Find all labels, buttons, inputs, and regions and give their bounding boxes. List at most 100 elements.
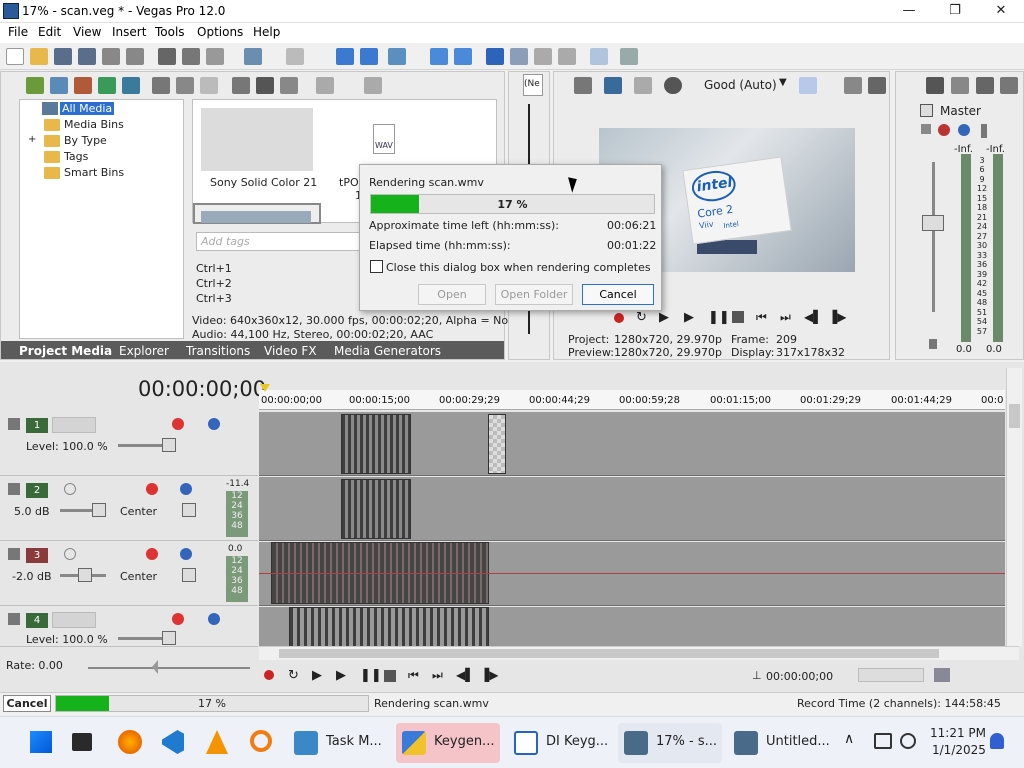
taskbar-item-di-keygen[interactable]: DI Keyg... <box>508 723 612 763</box>
dim-output-icon[interactable] <box>1000 77 1018 94</box>
copy-snapshot-icon[interactable] <box>844 77 862 94</box>
cancel-render-button[interactable]: Cancel <box>3 695 51 712</box>
windows-start-icon[interactable] <box>30 731 52 753</box>
track-lane-1[interactable] <box>259 412 1005 476</box>
new-project-icon[interactable] <box>6 48 24 65</box>
overlays-icon[interactable] <box>799 77 817 94</box>
track-minimize-icon[interactable] <box>8 483 20 495</box>
external-monitor-icon[interactable] <box>604 77 622 94</box>
auto-preview-icon[interactable] <box>280 77 298 94</box>
copy-icon[interactable] <box>182 48 200 65</box>
loop-icon[interactable]: ↻ <box>288 668 299 683</box>
video-clip[interactable] <box>488 414 506 474</box>
maximize-button[interactable]: ❐ <box>932 0 978 23</box>
capture-video-icon[interactable] <box>50 77 68 94</box>
tab-project-media[interactable]: Project Media <box>19 344 112 358</box>
track-fx-icon[interactable] <box>172 418 184 430</box>
track-header-3[interactable]: 3 -2.0 dB Center 0.0 12 24 36 48 <box>0 542 258 606</box>
taskbar-item-vegas-render[interactable]: 17% - s... <box>618 723 722 763</box>
solid-color-thumbnail[interactable] <box>201 108 313 171</box>
get-media-web-icon[interactable] <box>74 77 92 94</box>
tree-item-tags[interactable]: Tags <box>64 150 88 163</box>
go-to-start-icon[interactable]: ⏮ <box>408 668 419 683</box>
menu-help[interactable]: Help <box>253 25 280 39</box>
auto-crossfade-icon[interactable] <box>510 48 528 65</box>
vscode-icon[interactable] <box>162 730 184 754</box>
selection-length-field[interactable] <box>858 668 924 682</box>
zoom-tool-icon[interactable] <box>558 48 576 65</box>
go-to-start-icon[interactable]: ⏮ <box>756 310 767 325</box>
timeline-horizontal-scrollbar[interactable] <box>259 646 1019 660</box>
undo-icon[interactable] <box>244 48 262 65</box>
marker-icon[interactable]: ⊥ <box>752 669 762 682</box>
online-help-icon[interactable] <box>590 48 608 65</box>
menu-file[interactable]: File <box>8 25 28 39</box>
slider-knob[interactable] <box>162 631 176 645</box>
previous-frame-icon[interactable]: ◀▌ <box>804 310 822 324</box>
bus-fx-icon[interactable] <box>921 124 931 134</box>
taskbar-item-untitled[interactable]: Untitled... <box>728 723 832 763</box>
tab-media-generators[interactable]: Media Generators <box>334 344 441 358</box>
save-snapshot-icon[interactable] <box>868 77 886 94</box>
audio-clip[interactable] <box>341 479 411 539</box>
mute-icon[interactable] <box>208 613 220 625</box>
enable-snapping-icon[interactable] <box>486 48 504 65</box>
menu-view[interactable]: View <box>73 25 101 39</box>
track-header-2[interactable]: 2 5.0 dB Center -11.4 12 24 36 48 <box>0 477 258 541</box>
expand-plus-icon[interactable]: + <box>28 134 36 145</box>
go-to-end-icon[interactable]: ⏭ <box>432 668 443 683</box>
firefox-icon[interactable] <box>118 730 142 754</box>
slider-knob[interactable] <box>92 503 106 517</box>
media-properties-icon[interactable] <box>122 77 140 94</box>
cut-icon[interactable] <box>158 48 176 65</box>
stop-icon[interactable] <box>384 670 396 682</box>
video-clip[interactable] <box>289 607 489 647</box>
master-fader-knob[interactable] <box>922 215 944 231</box>
timeline-vertical-scrollbar[interactable] <box>1006 368 1022 646</box>
track-lane-3[interactable] <box>259 542 1005 606</box>
open-icon[interactable] <box>30 48 48 65</box>
tree-item-media-bins[interactable]: Media Bins <box>64 118 124 131</box>
remove-media-icon[interactable] <box>152 77 170 94</box>
play-icon[interactable]: ▶ <box>684 310 694 325</box>
stop-preview-icon[interactable] <box>256 77 274 94</box>
envelope-edit-tool-icon[interactable] <box>360 48 378 65</box>
track-fx-icon[interactable] <box>146 548 158 560</box>
media-generators-icon[interactable] <box>200 77 218 94</box>
start-preview-icon[interactable] <box>232 77 250 94</box>
rate-slider[interactable] <box>88 667 250 669</box>
go-to-end-icon[interactable]: ⏭ <box>780 310 791 325</box>
next-frame-icon[interactable]: ▐▶ <box>828 310 846 324</box>
track-lane-2[interactable] <box>259 477 1005 541</box>
auto-ripple-icon[interactable] <box>388 48 406 65</box>
track-lane-4[interactable] <box>259 607 1005 647</box>
cursor-marker-icon[interactable] <box>260 384 270 392</box>
track-header-1[interactable]: 1 Level: 100.0 % <box>0 412 258 476</box>
snapshot-icon[interactable] <box>934 668 950 682</box>
time-ruler[interactable]: 00:00:00;00 00:00:15;00 00:00:29;29 00:0… <box>259 390 1005 410</box>
previous-frame-icon[interactable]: ◀▌ <box>456 668 474 682</box>
pause-icon[interactable]: ❚❚ <box>708 310 730 325</box>
arm-record-icon[interactable] <box>64 548 76 560</box>
scroll-thumb[interactable] <box>1009 404 1020 428</box>
track-fx-icon[interactable] <box>146 483 158 495</box>
preview-properties-icon[interactable] <box>574 77 592 94</box>
volume-envelope[interactable] <box>259 573 1005 574</box>
video-clip[interactable] <box>341 414 411 474</box>
chevron-up-icon[interactable]: ∧ <box>844 731 854 747</box>
slider-knob[interactable] <box>162 438 176 452</box>
track-fx-icon[interactable] <box>172 613 184 625</box>
save-as-icon[interactable] <box>78 48 96 65</box>
ignore-grouping-icon[interactable] <box>454 48 472 65</box>
properties-icon[interactable] <box>126 48 144 65</box>
tab-explorer[interactable]: Explorer <box>119 344 169 358</box>
paste-icon[interactable] <box>206 48 224 65</box>
mute-icon[interactable] <box>180 483 192 495</box>
play-icon[interactable]: ▶ <box>336 668 346 683</box>
extract-audio-icon[interactable] <box>98 77 116 94</box>
whats-this-help-icon[interactable] <box>620 48 638 65</box>
selection-tool-icon[interactable] <box>534 48 552 65</box>
open-button[interactable]: Open <box>418 284 486 305</box>
mixer-icon[interactable] <box>951 77 969 94</box>
minimize-button[interactable]: — <box>886 0 932 23</box>
